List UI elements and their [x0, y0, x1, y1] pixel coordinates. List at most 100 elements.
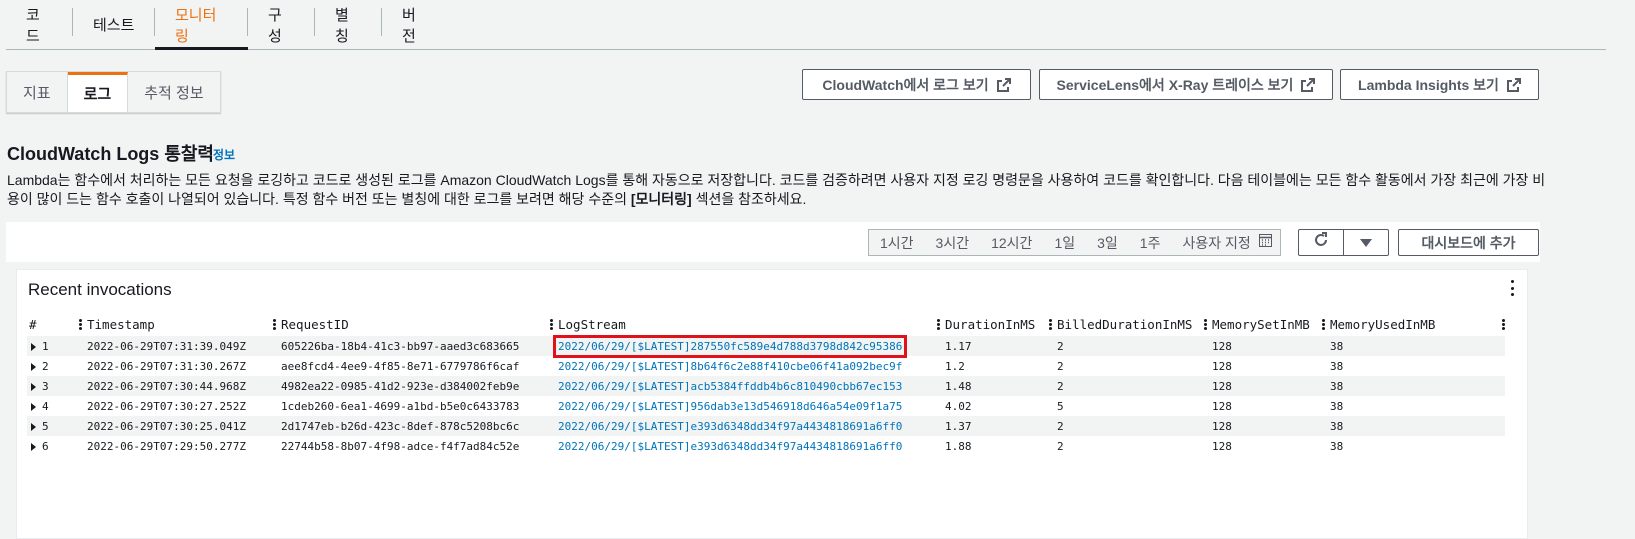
row-number: 6: [42, 439, 49, 453]
col-header-memory-set[interactable]: MemorySetInMB: [1204, 312, 1322, 336]
row-number: 5: [42, 419, 49, 433]
col-header-memory-used[interactable]: MemoryUsedInMB: [1322, 312, 1505, 336]
tab-monitoring[interactable]: 모니터링: [155, 0, 248, 50]
tab-test[interactable]: 테스트: [73, 0, 155, 49]
tab-versions[interactable]: 버전: [382, 0, 449, 49]
cell-log-stream[interactable]: 2022/06/29/[$LATEST]287550fc589e4d788d37…: [550, 334, 937, 358]
subtab-metrics[interactable]: 지표: [7, 72, 68, 112]
expand-row-icon[interactable]: [31, 342, 36, 351]
col-header-billed-duration[interactable]: BilledDurationInMS: [1049, 312, 1204, 336]
row-index: 5: [27, 416, 79, 436]
range-3h[interactable]: 3시간: [925, 230, 981, 255]
column-handle-icon[interactable]: [273, 319, 276, 330]
add-to-dashboard-button[interactable]: 대시보드에 추가: [1398, 229, 1539, 256]
monitoring-sub-tabs: 지표 로그 추적 정보: [6, 71, 221, 113]
cell-memory-used: 38: [1322, 416, 1505, 436]
log-stream-link[interactable]: 2022/06/29/[$LATEST]956dab3e13d546918d64…: [558, 400, 902, 413]
external-link-icon: [1301, 77, 1316, 92]
expand-row-icon[interactable]: [31, 442, 36, 451]
cell-memory-set: 128: [1204, 336, 1322, 356]
cell-log-stream[interactable]: 2022/06/29/[$LATEST]8b64f6c2e88f410cbe06…: [550, 356, 937, 376]
range-1w[interactable]: 1주: [1129, 230, 1172, 255]
column-handle-icon[interactable]: [79, 319, 82, 330]
button-label: ServiceLens에서 X-Ray 트레이스 보기: [1056, 76, 1294, 93]
tab-configuration[interactable]: 구성: [248, 0, 315, 49]
table-row[interactable]: 3 2022-06-29T07:30:44.968Z 4982ea22-0985-4…: [27, 376, 1505, 396]
widget-menu-icon[interactable]: [1511, 280, 1515, 296]
col-header-logstream[interactable]: LogStream: [550, 312, 937, 336]
cell-request-id: 22744b58-8b07-4f98-adce-f4f7ad84c52e: [281, 439, 520, 453]
col-label: MemoryUsedInMB: [1330, 316, 1436, 332]
col-header-index[interactable]: #: [27, 312, 79, 336]
range-1h[interactable]: 1시간: [869, 230, 925, 255]
table-row[interactable]: 6 2022-06-29T07:29:50.277Z 22744b58-8b07-4…: [27, 436, 1505, 456]
expand-row-icon[interactable]: [31, 402, 36, 411]
column-handle-icon[interactable]: [1049, 319, 1052, 330]
row-number: 2: [42, 359, 49, 373]
column-handle-icon[interactable]: [1322, 319, 1325, 330]
cell-billed-duration: 5: [1057, 399, 1064, 413]
tab-aliases[interactable]: 별칭: [315, 0, 382, 49]
table-row[interactable]: 4 2022-06-29T07:30:27.252Z 1cdeb260-6ea1-4…: [27, 396, 1505, 416]
cell-request-id: 605226ba-18b4-41c3-bb97-aaed3c683665: [273, 336, 550, 356]
tab-label: 버전: [402, 6, 416, 45]
cell-billed-duration: 2: [1057, 359, 1064, 373]
log-stream-link[interactable]: 2022/06/29/[$LATEST]8b64f6c2e88f410cbe06…: [558, 360, 902, 373]
caret-down-icon: [1360, 234, 1372, 252]
cell-log-stream[interactable]: 2022/06/29/[$LATEST]956dab3e13d546918d64…: [550, 396, 937, 416]
refresh-button[interactable]: [1298, 229, 1344, 256]
view-lambda-insights-button[interactable]: Lambda Insights 보기: [1340, 69, 1539, 100]
column-handle-icon[interactable]: [550, 319, 553, 330]
refresh-icon: [1313, 232, 1329, 253]
cell-request-id: aee8fcd4-4ee9-4f85-8e71-6779786f6caf: [281, 359, 520, 373]
button-label: CloudWatch에서 로그 보기: [822, 76, 989, 93]
button-label: Lambda Insights 보기: [1358, 76, 1499, 93]
cell-billed-duration: 2: [1049, 336, 1204, 356]
description-text-end: 섹션을 참조하세요.: [691, 191, 807, 207]
expand-row-icon[interactable]: [31, 422, 36, 431]
col-header-timestamp[interactable]: Timestamp: [79, 312, 273, 336]
expand-row-icon[interactable]: [31, 382, 36, 391]
cell-log-stream[interactable]: 2022/06/29/[$LATEST]e393d6348dd34f97a443…: [550, 436, 937, 456]
table-row[interactable]: 5 2022-06-29T07:30:25.041Z 2d1747eb-b26d-4…: [27, 416, 1505, 436]
column-handle-icon[interactable]: [1502, 319, 1505, 330]
cell-request-id: 2d1747eb-b26d-423c-8def-878c5208bc6c: [273, 416, 550, 436]
range-1d[interactable]: 1일: [1043, 230, 1086, 255]
info-link[interactable]: 정보: [213, 146, 235, 163]
row-number: 4: [42, 399, 49, 413]
recent-invocations-widget: Recent invocations # Timestamp RequestID…: [16, 269, 1528, 539]
range-12h[interactable]: 12시간: [980, 230, 1043, 255]
cell-log-stream[interactable]: 2022/06/29/[$LATEST]acb5384ffddb4b6c8104…: [550, 376, 937, 396]
range-3d[interactable]: 3일: [1086, 230, 1129, 255]
col-header-requestid[interactable]: RequestID: [273, 312, 550, 336]
view-xray-traces-button[interactable]: ServiceLens에서 X-Ray 트레이스 보기: [1039, 69, 1333, 100]
tab-label: 코드: [26, 6, 40, 45]
log-stream-link[interactable]: 2022/06/29/[$LATEST]e393d6348dd34f97a443…: [558, 420, 902, 433]
cell-memory-used: 38: [1330, 359, 1344, 373]
row-index: 2: [27, 356, 79, 376]
subtab-traces[interactable]: 추적 정보: [128, 72, 219, 112]
tab-label: 별칭: [335, 6, 349, 45]
time-range-selector: 1시간 3시간 12시간 1일 3일 1주 사용자 지정: [868, 229, 1281, 256]
log-stream-link[interactable]: 2022/06/29/[$LATEST]acb5384ffddb4b6c8104…: [558, 380, 902, 393]
tab-code[interactable]: 코드: [6, 0, 73, 49]
table-row[interactable]: 1 2022-06-29T07:31:39.049Z 605226ba-18b4-4…: [27, 334, 1505, 358]
table-row[interactable]: 2 2022-06-29T07:31:30.267Z aee8fcd4-4ee9-4…: [27, 356, 1505, 376]
calendar-icon[interactable]: [1258, 233, 1272, 252]
tab-label: 구성: [268, 6, 282, 45]
column-handle-icon[interactable]: [1204, 319, 1207, 330]
refresh-options-dropdown[interactable]: [1343, 229, 1389, 256]
cell-timestamp: 2022-06-29T07:31:30.267Z: [87, 359, 246, 373]
subtab-logs[interactable]: 로그: [67, 72, 129, 112]
log-stream-link[interactable]: 2022/06/29/[$LATEST]e393d6348dd34f97a443…: [558, 440, 902, 453]
column-handle-icon[interactable]: [937, 319, 940, 330]
external-link-icon: [1506, 77, 1521, 92]
expand-row-icon[interactable]: [31, 362, 36, 371]
cell-memory-used: 38: [1330, 439, 1344, 453]
col-header-duration[interactable]: DurationInMS: [937, 312, 1049, 336]
cell-billed-duration: 2: [1049, 416, 1204, 436]
range-custom[interactable]: 사용자 지정: [1171, 230, 1256, 255]
log-stream-link[interactable]: 2022/06/29/[$LATEST]287550fc589e4d788d37…: [552, 334, 908, 358]
cell-log-stream[interactable]: 2022/06/29/[$LATEST]e393d6348dd34f97a443…: [550, 416, 937, 436]
view-cloudwatch-logs-button[interactable]: CloudWatch에서 로그 보기: [802, 69, 1031, 100]
